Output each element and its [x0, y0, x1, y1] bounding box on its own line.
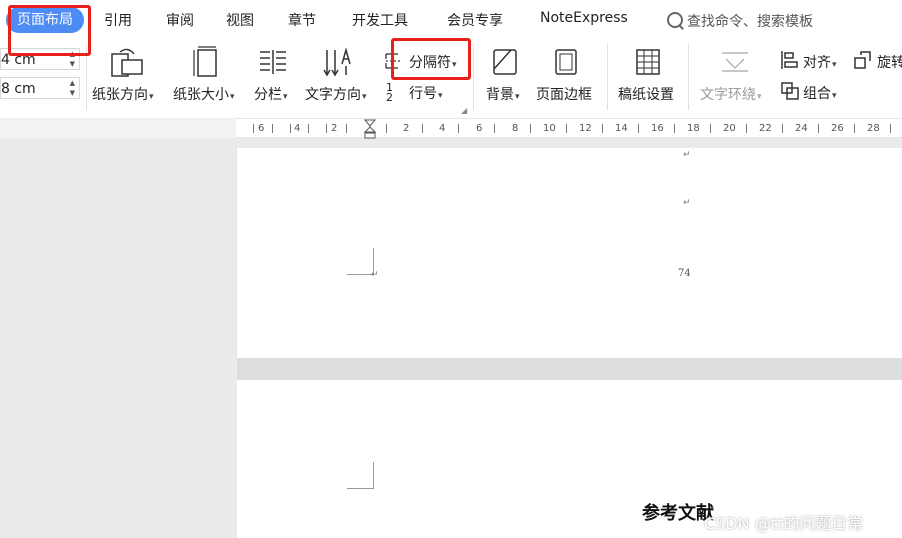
align-button[interactable]: 对齐▾ — [803, 52, 837, 72]
divider — [688, 44, 689, 110]
ruler-label: 10 — [543, 123, 556, 134]
group-icon — [781, 82, 799, 100]
search-placeholder: 查找命令、搜索模板 — [687, 14, 813, 30]
align-icon — [781, 51, 798, 69]
line-numbers-icon: 12 — [386, 81, 393, 104]
search-icon — [667, 12, 683, 28]
page-borders-icon — [555, 49, 577, 75]
ruler-label: 22 — [759, 123, 772, 134]
tab-view[interactable]: 视图 — [226, 10, 254, 30]
margin-bottom-spinner[interactable]: 8 cm ▲ ▼ — [0, 77, 80, 99]
tab-noteexpress[interactable]: NoteExpress — [540, 10, 628, 26]
rotate-button[interactable]: 旋转 — [877, 52, 902, 72]
paper-orientation-icon — [111, 48, 143, 77]
tab-references[interactable]: 引用 — [104, 10, 132, 30]
tab-developer[interactable]: 开发工具 — [352, 10, 408, 30]
horizontal-ruler[interactable]: 6 4 2 2 4 6 8 10 12 14 16 18 20 22 24 26… — [236, 118, 902, 139]
indent-marker-icon[interactable] — [364, 119, 376, 139]
ruler-label: 4 — [439, 123, 446, 134]
paper-orientation-button[interactable]: 纸张方向▾ — [92, 84, 154, 104]
ruler-label: 28 — [867, 123, 880, 134]
spin-down-icon[interactable]: ▼ — [70, 89, 75, 97]
ruler-label: 6 — [476, 123, 483, 134]
manuscript-icon — [636, 49, 660, 75]
margin-bottom-value: 8 cm — [1, 81, 36, 97]
paragraph-mark: ↵ — [371, 270, 379, 280]
text-direction-icon — [323, 47, 351, 77]
paper-size-button[interactable]: 纸张大小▾ — [173, 84, 235, 104]
margin-corner-mark — [347, 248, 374, 275]
divider — [473, 44, 474, 110]
watermark-text: CSDN @tt的问题日常 — [704, 514, 864, 533]
ruler-label: 26 — [831, 123, 844, 134]
tab-section[interactable]: 章节 — [288, 10, 316, 30]
paragraph-mark: ↵ — [683, 150, 691, 160]
spin-down-icon[interactable]: ▼ — [70, 60, 75, 68]
text-direction-button[interactable]: 文字方向▾ — [305, 84, 367, 104]
spin-up-icon[interactable]: ▲ — [70, 79, 75, 87]
manuscript-button[interactable]: 稿纸设置 — [618, 84, 674, 104]
ruler-label: 2 — [403, 123, 410, 134]
ruler-label: 18 — [687, 123, 700, 134]
ruler-label: 2 — [331, 123, 338, 134]
page-gap — [237, 358, 902, 380]
highlight-box — [8, 5, 91, 56]
highlight-box — [391, 38, 471, 80]
margin-corner-mark — [347, 462, 374, 489]
ruler-label: 6 — [258, 123, 265, 134]
tab-review[interactable]: 审阅 — [166, 10, 194, 30]
text-wrap-icon — [722, 52, 748, 72]
text-wrap-button[interactable]: 文字环绕▾ — [700, 84, 762, 104]
background-button[interactable]: 背景▾ — [486, 84, 520, 104]
columns-icon — [260, 50, 286, 74]
divider — [607, 44, 608, 110]
rotate-icon — [854, 51, 871, 69]
ruler-label: 24 — [795, 123, 808, 134]
page-borders-button[interactable]: 页面边框 — [536, 84, 592, 104]
columns-button[interactable]: 分栏▾ — [254, 84, 288, 104]
document-page[interactable]: ↵ ↵ ↵ 74 — [237, 148, 902, 358]
ruler-label: 4 — [294, 123, 301, 134]
ruler-label: 14 — [615, 123, 628, 134]
menu-bar: 页面布局 引用 审阅 视图 章节 开发工具 会员专享 NoteExpress 查… — [0, 0, 902, 40]
background-icon — [493, 49, 517, 75]
ruler-label: 8 — [512, 123, 519, 134]
dialog-launcher-icon[interactable]: ◢ — [461, 106, 467, 115]
group-button[interactable]: 组合▾ — [803, 83, 837, 103]
ruler-label: 16 — [651, 123, 664, 134]
line-numbers-button[interactable]: 行号▾ — [409, 83, 443, 103]
paper-size-icon — [193, 46, 217, 77]
ruler-label: 20 — [723, 123, 736, 134]
page-number: 74 — [678, 268, 691, 279]
ruler-label: 12 — [579, 123, 592, 134]
paragraph-mark: ↵ — [683, 198, 691, 208]
ruler-gutter — [0, 118, 236, 138]
command-search[interactable]: 查找命令、搜索模板 — [667, 10, 813, 31]
tab-member[interactable]: 会员专享 — [447, 10, 503, 30]
